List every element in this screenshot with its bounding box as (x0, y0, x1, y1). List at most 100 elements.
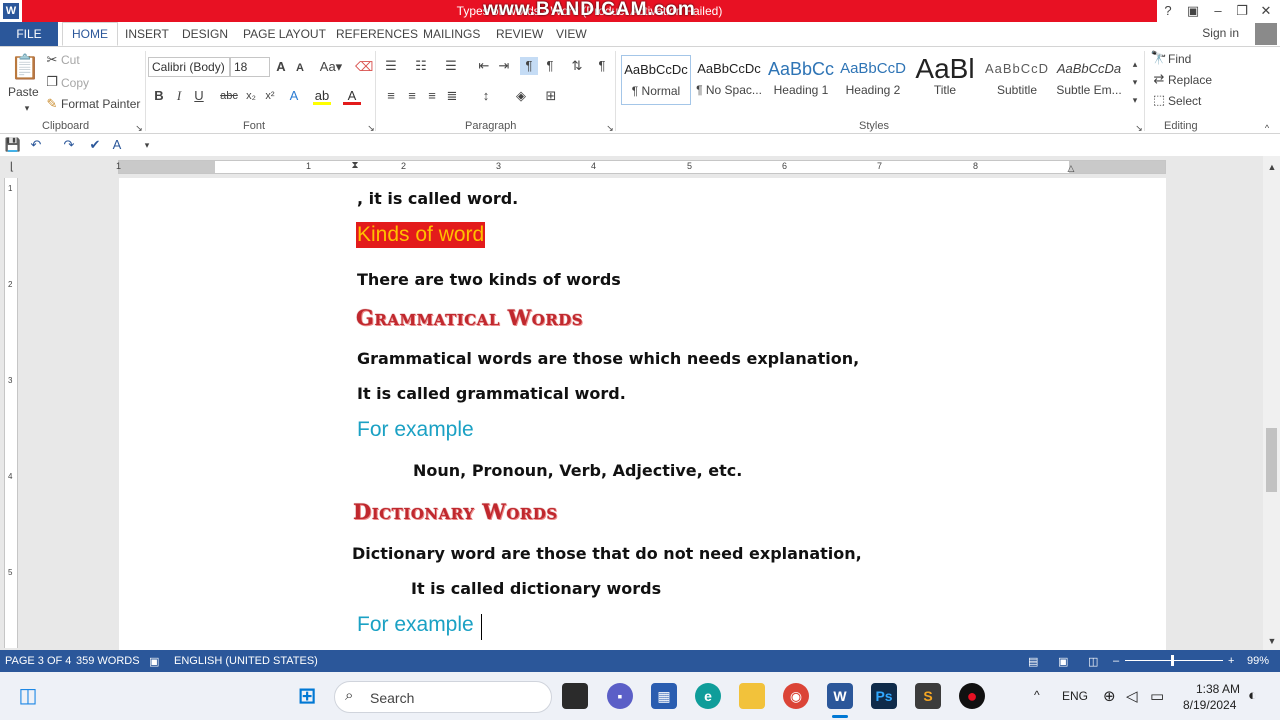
language-indicator[interactable]: ENGLISH (UNITED STATES) (174, 655, 318, 667)
style-heading-1[interactable]: AaBbCc Heading 1 (766, 55, 836, 105)
shading-icon[interactable]: ◈ (512, 87, 530, 105)
desktop-app-icon[interactable] (562, 683, 588, 709)
replace-icon[interactable]: ⇄ (1150, 70, 1168, 88)
clock-date[interactable]: 8/19/2024 (1183, 698, 1236, 712)
rtl-icon[interactable]: ¶ (541, 57, 559, 75)
highlight-color-icon[interactable]: ab (313, 87, 331, 105)
read-aloud-icon[interactable]: A (108, 136, 126, 154)
scroll-down-icon[interactable]: ▼ (1263, 632, 1280, 650)
save-icon[interactable]: 💾 (4, 136, 22, 154)
grow-font-icon[interactable]: A (272, 58, 290, 76)
avatar[interactable] (1255, 23, 1277, 45)
strikethrough-icon[interactable]: abc (218, 87, 240, 105)
zoom-level[interactable]: 99% (1247, 655, 1269, 667)
clear-formatting-icon[interactable]: ⌫ (355, 58, 373, 76)
tray-overflow-icon[interactable]: ^ (1034, 688, 1040, 702)
tab-references[interactable]: REFERENCES (336, 22, 418, 46)
underline-icon[interactable]: U (190, 87, 208, 105)
volume-icon[interactable]: ◁ (1126, 687, 1138, 705)
replace-button[interactable]: Replace (1168, 73, 1212, 87)
input-language[interactable]: ENG (1062, 689, 1088, 703)
read-mode-icon[interactable]: ▤ (1028, 655, 1038, 668)
word-count[interactable]: 359 WORDS (76, 655, 140, 667)
select-icon[interactable]: ⬚ (1150, 91, 1168, 109)
page-count[interactable]: PAGE 3 OF 4 (5, 655, 71, 667)
copy-icon[interactable]: ❐ (43, 73, 61, 91)
help-icon[interactable]: ? (1158, 2, 1178, 20)
style-subtle-emphasis[interactable]: AaBbCcDa Subtle Em... (1054, 55, 1124, 105)
text-effects-icon[interactable]: A (285, 87, 303, 105)
line-spacing-icon[interactable]: ↕ (477, 87, 495, 105)
bandicam-icon[interactable]: ● (959, 683, 985, 709)
align-left-icon[interactable]: ≡ (382, 87, 400, 105)
right-indent-marker-icon[interactable]: △ (1065, 159, 1077, 177)
edge-icon[interactable]: e (695, 683, 721, 709)
tab-view[interactable]: VIEW (556, 22, 587, 46)
increase-indent-icon[interactable]: ⇥ (495, 57, 513, 75)
print-layout-icon[interactable]: ▣ (1058, 655, 1068, 668)
customize-qat-icon[interactable]: ▾ (138, 136, 156, 154)
chrome-icon[interactable]: ◉ (783, 683, 809, 709)
task-view-icon[interactable]: ◫ (15, 683, 41, 709)
web-layout-icon[interactable]: ◫ (1088, 655, 1098, 668)
show-formatting-icon[interactable]: ¶ (593, 57, 611, 75)
style-title[interactable]: AaBl Title (910, 55, 980, 105)
zoom-in-icon[interactable]: + (1228, 655, 1234, 667)
word-taskbar-icon[interactable]: W (827, 683, 853, 709)
photoshop-icon[interactable]: Ps (871, 683, 897, 709)
multilevel-list-icon[interactable]: ☰ (442, 57, 460, 75)
undo-icon[interactable]: ↶ (27, 136, 45, 154)
style-normal[interactable]: AaBbCcDc ¶ Normal (621, 55, 691, 105)
styles-scroll-down-icon[interactable]: ▾ (1126, 73, 1144, 91)
font-size-select[interactable]: 18 (230, 57, 270, 77)
styles-more-icon[interactable]: ▾ (1126, 91, 1144, 109)
start-icon[interactable]: ⊞ (294, 683, 320, 709)
justify-icon[interactable]: ≣ (443, 87, 461, 105)
numbering-icon[interactable]: ☷ (412, 57, 430, 75)
subscript-icon[interactable]: x₂ (242, 87, 260, 105)
style-heading-2[interactable]: AaBbCcD Heading 2 (838, 55, 908, 105)
teams-icon[interactable]: ▪ (607, 683, 633, 709)
style-no-spacing[interactable]: AaBbCcDc ¶ No Spac... (694, 55, 764, 105)
scroll-up-icon[interactable]: ▲ (1263, 158, 1280, 176)
tab-file[interactable]: FILE (0, 22, 58, 46)
sign-in-link[interactable]: Sign in (1202, 26, 1239, 40)
search-box[interactable]: ⌕ Search (334, 681, 552, 713)
find-button[interactable]: Find (1168, 52, 1191, 66)
ltr-icon[interactable]: ¶ (520, 57, 538, 75)
notifications-icon[interactable]: ◐ (1248, 687, 1257, 704)
font-family-select[interactable]: Calibri (Body) (148, 57, 230, 77)
vertical-ruler[interactable]: 1 2 3 4 5 (4, 178, 18, 648)
word-app-icon[interactable]: W (3, 3, 19, 19)
select-button[interactable]: Select (1168, 94, 1201, 108)
proofing-icon[interactable]: ▣ (149, 655, 159, 668)
paste-button[interactable]: Paste (8, 85, 39, 99)
cut-icon[interactable]: ✂ (43, 51, 61, 69)
paste-icon[interactable]: 📋 (10, 53, 40, 83)
bold-icon[interactable]: B (150, 87, 168, 105)
tab-selector-icon[interactable]: ⌊ (3, 158, 21, 176)
tab-home[interactable]: HOME (62, 22, 118, 46)
tab-review[interactable]: REVIEW (496, 22, 543, 46)
maximize-icon[interactable]: ❐ (1232, 2, 1252, 20)
format-painter-icon[interactable]: ✎ (43, 95, 61, 113)
document-page[interactable]: , it is called word. Kinds of word There… (119, 178, 1166, 650)
font-color-icon[interactable]: A (343, 87, 361, 105)
superscript-icon[interactable]: x² (261, 87, 279, 105)
change-case-icon[interactable]: Aa▾ (318, 58, 344, 76)
sublime-icon[interactable]: S (915, 683, 941, 709)
file-explorer-icon[interactable] (739, 683, 765, 709)
cut-button[interactable]: Cut (61, 53, 80, 67)
styles-scroll-up-icon[interactable]: ▴ (1126, 55, 1144, 73)
bullets-icon[interactable]: ☰ (382, 57, 400, 75)
redo-icon[interactable]: ↷ (60, 136, 78, 154)
tab-design[interactable]: DESIGN (182, 22, 228, 46)
tab-insert[interactable]: INSERT (125, 22, 169, 46)
store-icon[interactable]: ▦ (651, 683, 677, 709)
sort-icon[interactable]: ⇅ (568, 57, 586, 75)
align-right-icon[interactable]: ≡ (423, 87, 441, 105)
tab-mailings[interactable]: MAILINGS (423, 22, 480, 46)
copy-button[interactable]: Copy (61, 76, 89, 90)
tab-page-layout[interactable]: PAGE LAYOUT (243, 22, 326, 46)
spelling-icon[interactable]: ✔ (86, 136, 104, 154)
